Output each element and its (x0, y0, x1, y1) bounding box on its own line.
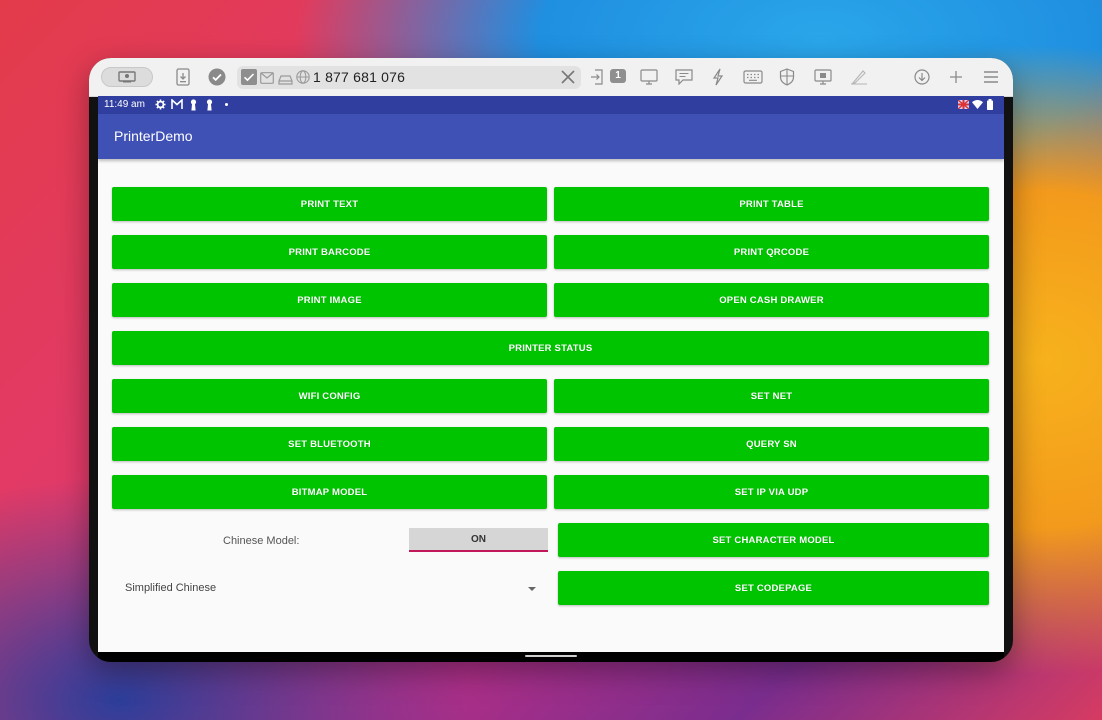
set-net-button[interactable]: SET NET (554, 379, 989, 413)
set-character-model-button[interactable]: SET CHARACTER MODEL (558, 523, 989, 557)
print-qrcode-button[interactable]: PRINT QRCODE (554, 235, 989, 269)
flag-icon (957, 99, 970, 112)
address-bar[interactable]: 1 877 681 076 (237, 66, 581, 89)
check-circle-icon[interactable] (207, 67, 227, 87)
download-icon[interactable] (913, 67, 931, 87)
download-doc-icon[interactable] (175, 67, 191, 87)
print-text-button[interactable]: PRINT TEXT (112, 187, 547, 221)
set-codepage-button[interactable]: SET CODEPAGE (558, 571, 989, 605)
app-bar: PrinterDemo (98, 114, 1004, 159)
app-title: PrinterDemo (114, 128, 193, 144)
dropdown-arrow-icon (528, 587, 536, 591)
browser-toolbar: 1 877 681 076 1 (89, 58, 1013, 97)
android-nav-bar (98, 652, 1004, 662)
printer-status-button[interactable]: PRINTER STATUS (112, 331, 989, 365)
wifi-icon (972, 100, 983, 112)
wifi-config-button[interactable]: WIFI CONFIG (112, 379, 547, 413)
status-time: 11:49 am (104, 99, 145, 110)
codepage-select[interactable]: Simplified Chinese (112, 574, 542, 602)
battery-icon (987, 99, 993, 113)
shield-icon[interactable] (777, 67, 797, 87)
add-icon[interactable] (948, 67, 964, 87)
print-barcode-button[interactable]: PRINT BARCODE (112, 235, 547, 269)
codepage-select-value: Simplified Chinese (125, 582, 217, 594)
mail-icon (260, 71, 274, 89)
set-bluetooth-button[interactable]: SET BLUETOOTH (112, 427, 547, 461)
lightning-icon[interactable] (709, 67, 727, 87)
settings-icon (155, 99, 166, 113)
monitor-icon[interactable] (639, 67, 659, 87)
chinese-model-toggle[interactable]: ON (409, 528, 548, 552)
print-image-button[interactable]: PRINT IMAGE (112, 283, 547, 317)
home-gesture-handle[interactable] (525, 655, 577, 657)
checkbox-icon (241, 69, 257, 85)
pen-icon[interactable] (849, 67, 869, 87)
globe-icon (296, 70, 310, 89)
drive-icon (278, 72, 293, 90)
device-window: 1 877 681 076 1 11:49 am PrinterDemo PRI… (89, 58, 1013, 662)
android-status-bar: 11:49 am (98, 96, 1004, 114)
query-sn-button[interactable]: QUERY SN (554, 427, 989, 461)
screen-share-icon[interactable] (101, 67, 153, 87)
chinese-model-label: Chinese Model: (223, 535, 300, 547)
keyhole-icon-2 (206, 99, 213, 114)
url-text: 1 877 681 076 (313, 69, 406, 85)
set-ip-via-udp-button[interactable]: SET IP VIA UDP (554, 475, 989, 509)
bitmap-model-button[interactable]: BITMAP MODEL (112, 475, 547, 509)
gmail-icon (171, 98, 183, 113)
menu-icon[interactable] (983, 67, 999, 87)
keyboard-icon[interactable] (742, 67, 764, 87)
open-cash-drawer-button[interactable]: OPEN CASH DRAWER (554, 283, 989, 317)
keyhole-icon (190, 99, 197, 114)
android-screen: 11:49 am PrinterDemo PRINT TEXT PRINT TA… (98, 96, 1004, 652)
remote-desktop-icon[interactable] (813, 67, 833, 87)
print-table-button[interactable]: PRINT TABLE (554, 187, 989, 221)
chat-icon[interactable] (674, 67, 694, 87)
clear-icon[interactable] (561, 70, 575, 89)
tab-count-badge[interactable]: 1 (610, 69, 626, 83)
notification-dot-icon (225, 103, 228, 106)
enter-icon[interactable] (589, 67, 605, 87)
